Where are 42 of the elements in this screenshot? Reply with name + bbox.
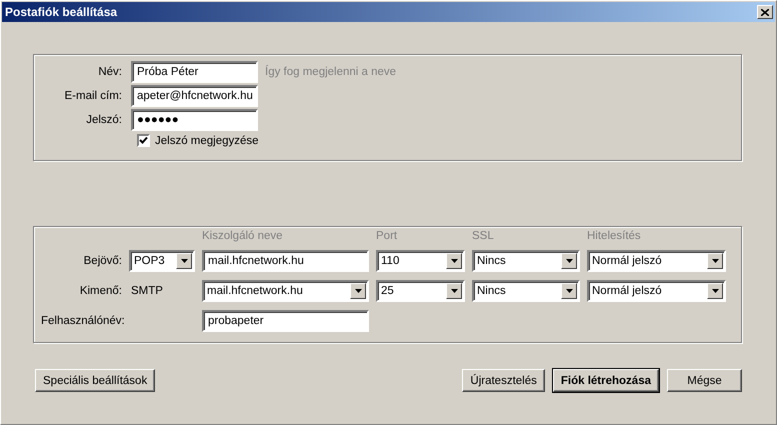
input-field[interactable]: Próba Péter <box>131 61 258 83</box>
port-dropdown[interactable]: 25 <box>376 280 465 302</box>
dropdown-arrow-icon <box>566 289 572 293</box>
dropdown-arrow-icon <box>566 259 572 263</box>
row-label: Bejövő: <box>82 255 122 267</box>
username-label: Felhasználónév: <box>40 315 126 327</box>
dropdown-arrow-icon <box>450 289 458 293</box>
dropdown-arrow-icon <box>180 259 188 263</box>
protocol-dropdown[interactable]: POP3 <box>129 250 195 272</box>
auth-dropdown[interactable]: Normál jelszó <box>587 250 726 272</box>
column-header: Kiszolgáló neve <box>202 230 284 242</box>
username-field[interactable]: probapeter <box>202 310 369 332</box>
dialog-button[interactable]: Újratesztelés <box>462 369 545 392</box>
ssl-dropdown[interactable]: Nincs <box>472 280 580 302</box>
auth-dropdown[interactable]: Normál jelszó <box>587 280 726 302</box>
column-header: Hitelesítés <box>587 230 642 242</box>
field-label: E-mail cím: <box>64 90 122 102</box>
hint-text: Így fog megjelenni a neve <box>265 66 396 78</box>
window-title: Postafiók beállítása <box>4 5 118 19</box>
dropdown-arrow-icon <box>712 259 718 263</box>
input-field[interactable]: apeter@hfcnetwork.hu <box>131 85 258 107</box>
protocol-text: SMTP <box>130 285 164 297</box>
dropdown-arrow-icon <box>450 259 458 263</box>
port-dropdown[interactable]: 110 <box>376 250 465 272</box>
server-field[interactable]: mail.hfcnetwork.hu <box>202 250 369 272</box>
ssl-dropdown[interactable]: Nincs <box>472 250 580 272</box>
server-dropdown[interactable]: mail.hfcnetwork.hu <box>202 280 369 302</box>
dialog-button[interactable]: Speciális beállítások <box>35 369 156 392</box>
dialog-button[interactable]: Fiók létrehozása <box>552 369 659 392</box>
input-field[interactable]: ●●●●●● <box>131 109 258 131</box>
close-button[interactable] <box>757 5 773 19</box>
column-header: Port <box>376 230 398 242</box>
close-icon <box>761 8 769 16</box>
field-label: Jelszó: <box>85 114 122 126</box>
dropdown-arrow-icon <box>712 289 718 293</box>
checkbox[interactable] <box>137 134 150 147</box>
row-label: Kimenő: <box>78 285 122 297</box>
dropdown-arrow-icon <box>354 289 362 293</box>
dialog-button[interactable]: Mégse <box>667 369 742 392</box>
field-label: Név: <box>97 66 122 78</box>
checkbox-label[interactable]: Jelszó megjegyzése <box>155 134 259 146</box>
column-header: SSL <box>472 230 495 242</box>
